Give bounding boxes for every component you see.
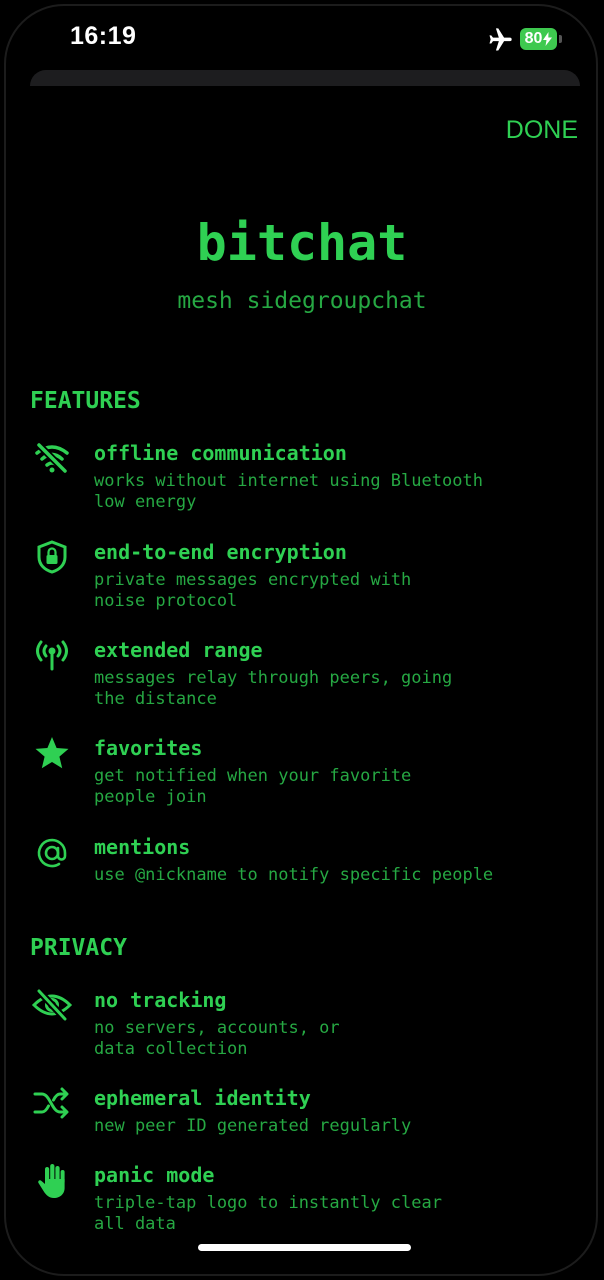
battery-level: 80	[524, 30, 543, 47]
feature-description: triple-tap logo to instantly clear all d…	[94, 1193, 574, 1235]
feature-desc-line: all data	[94, 1214, 176, 1234]
features-header: FEATURES	[30, 388, 141, 414]
antenna-icon	[30, 638, 74, 678]
feature-description: new peer ID generated regularly	[94, 1116, 574, 1137]
charging-bolt-icon	[543, 32, 553, 46]
privacy-header: PRIVACY	[30, 935, 127, 961]
star-icon	[30, 736, 74, 776]
feature-description: works without internet using Bluetooth l…	[94, 471, 574, 513]
shuffle-icon	[30, 1086, 74, 1126]
feature-title: offline communication	[94, 441, 347, 465]
feature-desc-line: messages relay through peers, going	[94, 668, 453, 688]
home-indicator[interactable]	[198, 1244, 411, 1251]
at-icon	[30, 835, 74, 875]
feature-desc-line: get notified when your favorite	[94, 766, 412, 786]
eye-slash-icon	[30, 988, 74, 1028]
battery-body: 80	[520, 28, 557, 50]
feature-description: get notified when your favorite people j…	[94, 766, 574, 808]
feature-title: mentions	[94, 835, 191, 859]
feature-description: messages relay through peers, going the …	[94, 668, 574, 710]
feature-title: favorites	[94, 736, 203, 760]
feature-title: panic mode	[94, 1163, 215, 1187]
feature-description: use @nickname to notify specific people	[94, 865, 574, 886]
feature-desc-line: people join	[94, 787, 207, 807]
feature-desc-line: the distance	[94, 689, 217, 709]
airplane-icon	[486, 26, 514, 54]
sheet-top-edge	[30, 70, 580, 86]
feature-title: extended range	[94, 638, 263, 662]
battery-indicator: 80	[520, 28, 562, 50]
hand-icon	[30, 1163, 74, 1203]
feature-desc-line: data collection	[94, 1039, 248, 1059]
feature-desc-line: new peer ID generated regularly	[94, 1116, 412, 1136]
battery-cap	[559, 35, 562, 43]
feature-desc-line: noise protocol	[94, 591, 238, 611]
feature-title: end-to-end encryption	[94, 540, 347, 564]
done-button[interactable]: DONE	[506, 112, 578, 149]
feature-desc-line: private messages encrypted with	[94, 570, 412, 590]
status-time: 16:19	[70, 22, 137, 50]
wifi-slash-icon	[30, 441, 74, 481]
feature-description: no servers, accounts, or data collection	[94, 1018, 574, 1060]
feature-description: private messages encrypted with noise pr…	[94, 570, 574, 612]
lock-shield-icon	[30, 540, 74, 580]
app-subtitle: mesh sidegroupchat	[177, 288, 427, 314]
feature-title: no tracking	[94, 988, 227, 1012]
app-title: bitchat	[196, 214, 408, 272]
feature-title: ephemeral identity	[94, 1086, 311, 1110]
feature-desc-line: low energy	[94, 492, 197, 512]
feature-desc-line: works without internet using Bluetooth	[94, 471, 483, 491]
feature-desc-line: triple-tap logo to instantly clear	[94, 1193, 442, 1213]
feature-desc-line: use @nickname to notify specific people	[94, 865, 494, 885]
feature-desc-line: no servers, accounts, or	[94, 1018, 340, 1038]
status-bar: 16:19 80	[0, 0, 604, 70]
